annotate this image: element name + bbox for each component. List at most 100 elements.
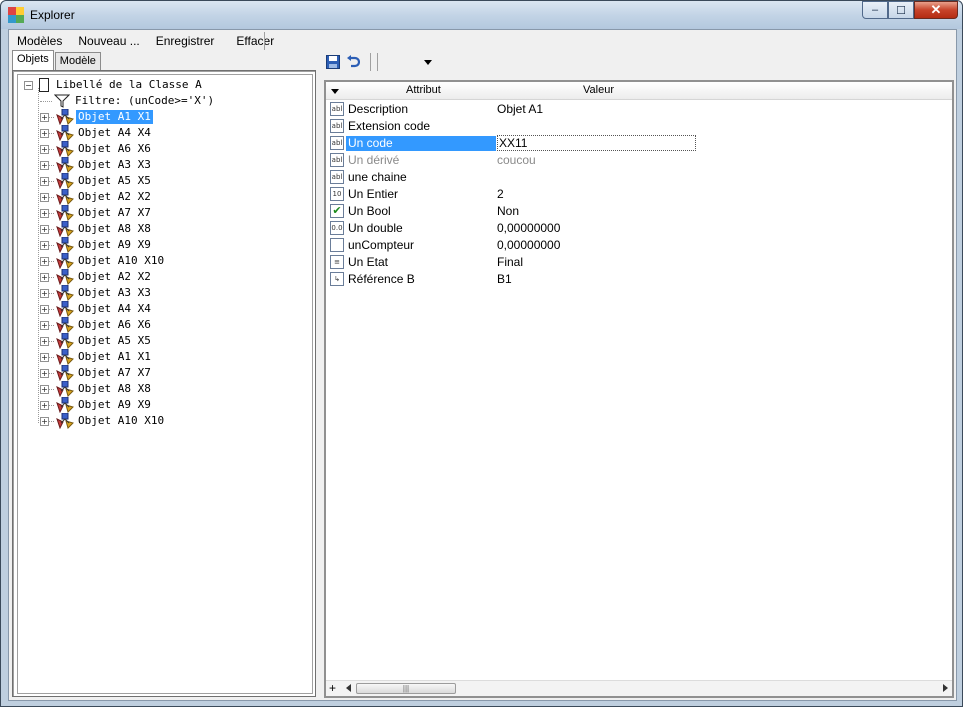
add-icon[interactable]: + [329, 681, 336, 696]
expand-icon[interactable]: + [40, 336, 49, 346]
expand-icon[interactable]: + [40, 416, 49, 426]
tree-item[interactable]: + Objet A7 X7 [40, 365, 153, 381]
expand-icon[interactable]: + [40, 256, 49, 266]
property-value[interactable]: 0,00000000 [497, 238, 560, 253]
text-type-icon: abl [330, 102, 344, 116]
expand-icon[interactable]: + [40, 192, 49, 202]
tree-item[interactable]: + Objet A8 X8 [40, 221, 153, 237]
object-icon [56, 253, 74, 269]
horizontal-scrollbar[interactable]: + ||| [326, 680, 952, 696]
tree-filter-label: Filtre: (unCode>='X') [75, 94, 215, 107]
tree-item[interactable]: + Objet A9 X9 [40, 237, 153, 253]
property-row[interactable]: abl une chaine [326, 169, 952, 186]
expand-icon[interactable]: + [40, 320, 49, 330]
expand-icon[interactable]: + [40, 112, 49, 122]
tree-item[interactable]: + Objet A2 X2 [40, 269, 153, 285]
tree-item[interactable]: + Objet A4 X4 [40, 125, 153, 141]
property-value[interactable]: Final [497, 255, 523, 270]
tree-item[interactable]: + Objet A9 X9 [40, 397, 153, 413]
class-icon [39, 78, 49, 92]
menu-enregistrer[interactable]: Enregistrer [148, 30, 223, 52]
scroll-thumb[interactable]: ||| [356, 683, 456, 694]
tab-modele[interactable]: Modèle [54, 52, 101, 70]
property-row[interactable]: abl Description Objet A1 [326, 101, 952, 118]
property-row[interactable]: 0.0 Un double 0,00000000 [326, 220, 952, 237]
save-button[interactable] [324, 53, 342, 71]
property-value[interactable]: Objet A1 [497, 102, 543, 117]
expand-icon[interactable]: + [40, 176, 49, 186]
object-icon [56, 269, 74, 285]
property-row[interactable]: abl Extension code [326, 118, 952, 135]
property-value[interactable]: B1 [497, 272, 512, 287]
expand-icon[interactable]: + [40, 240, 49, 250]
tree-filter-row[interactable]: Filtre: (unCode>='X') [40, 93, 216, 109]
tree-item[interactable]: + Objet A10 X10 [40, 413, 166, 429]
grid-header: Attribut Valeur [326, 82, 952, 100]
tree-item[interactable]: + Objet A1 X1 [40, 349, 153, 365]
column-header-attribut[interactable]: Attribut [406, 84, 441, 96]
property-row[interactable]: abl Un dérivé coucou [326, 152, 952, 169]
tree-item[interactable]: + Objet A2 X2 [40, 189, 153, 205]
property-row[interactable]: unCompteur 0,00000000 [326, 237, 952, 254]
tree-line [49, 228, 54, 230]
scroll-left-icon[interactable] [346, 684, 351, 692]
expand-icon[interactable]: + [40, 304, 49, 314]
expand-icon[interactable]: + [40, 384, 49, 394]
tree-root-row[interactable]: − Libellé de la Classe A [24, 77, 204, 93]
expand-icon[interactable]: + [40, 288, 49, 298]
tree-item[interactable]: + Objet A8 X8 [40, 381, 153, 397]
tree-item-label: Objet A9 X9 [78, 398, 151, 411]
object-icon [56, 301, 74, 317]
tree-item[interactable]: + Objet A1 X1 [40, 109, 153, 125]
property-value: coucou [497, 153, 536, 167]
expand-icon[interactable]: + [40, 224, 49, 234]
tree-item[interactable]: + Objet A3 X3 [40, 285, 153, 301]
close-button[interactable]: ✕ [914, 1, 958, 19]
property-value[interactable]: 2 [497, 187, 504, 202]
undo-button[interactable] [344, 53, 362, 71]
expand-icon[interactable]: + [40, 160, 49, 170]
menu-modeles[interactable]: Modèles [9, 30, 70, 52]
expand-icon[interactable]: + [40, 208, 49, 218]
tree-item-label: Objet A6 X6 [78, 142, 151, 155]
object-icon [56, 189, 74, 205]
tree-item[interactable]: + Objet A4 X4 [40, 301, 153, 317]
sort-arrow-icon[interactable] [331, 89, 339, 94]
tree-item[interactable]: + Objet A6 X6 [40, 317, 153, 333]
expand-icon[interactable]: + [40, 144, 49, 154]
property-row[interactable]: abl Un code XX11 [326, 135, 952, 152]
expand-icon[interactable]: + [40, 128, 49, 138]
property-value-input[interactable]: XX11 [497, 135, 696, 151]
tree-item[interactable]: + Objet A10 X10 [40, 253, 166, 269]
object-icon [56, 141, 74, 157]
tree-item[interactable]: + Objet A6 X6 [40, 141, 153, 157]
save-icon [326, 55, 340, 69]
tree-item[interactable]: + Objet A3 X3 [40, 157, 153, 173]
tree-item[interactable]: + Objet A7 X7 [40, 205, 153, 221]
double-type-icon: 0.0 [330, 221, 344, 235]
property-row[interactable]: ↳ Référence B B1 [326, 271, 952, 288]
property-row[interactable]: ≡ Un Etat Final [326, 254, 952, 271]
tree-item[interactable]: + Objet A5 X5 [40, 333, 153, 349]
minimize-button[interactable]: – [862, 1, 888, 19]
tree-item[interactable]: + Objet A5 X5 [40, 173, 153, 189]
object-tree[interactable]: − Libellé de la Classe A Filtre: (unCode… [17, 74, 313, 694]
property-value[interactable]: Non [497, 204, 519, 219]
column-header-valeur[interactable]: Valeur [583, 84, 614, 96]
dropdown-button[interactable] [419, 53, 437, 71]
property-value[interactable]: 0,00000000 [497, 221, 560, 236]
enum-type-icon: ≡ [330, 255, 344, 269]
expand-icon[interactable]: + [40, 352, 49, 362]
property-row[interactable]: 10 Un Entier 2 [326, 186, 952, 203]
menu-nouveau[interactable]: Nouveau ... [70, 30, 147, 52]
collapse-icon[interactable]: − [24, 80, 33, 90]
property-row[interactable]: ✔ Un Bool Non [326, 203, 952, 220]
tree-item-label: Objet A7 X7 [78, 206, 151, 219]
expand-icon[interactable]: + [40, 272, 49, 282]
tab-objets[interactable]: Objets [12, 50, 54, 70]
expand-icon[interactable]: + [40, 400, 49, 410]
menu-effacer[interactable]: Effacer [222, 30, 282, 52]
scroll-right-icon[interactable] [943, 684, 948, 692]
expand-icon[interactable]: + [40, 368, 49, 378]
maximize-button[interactable]: ☐ [888, 1, 914, 19]
